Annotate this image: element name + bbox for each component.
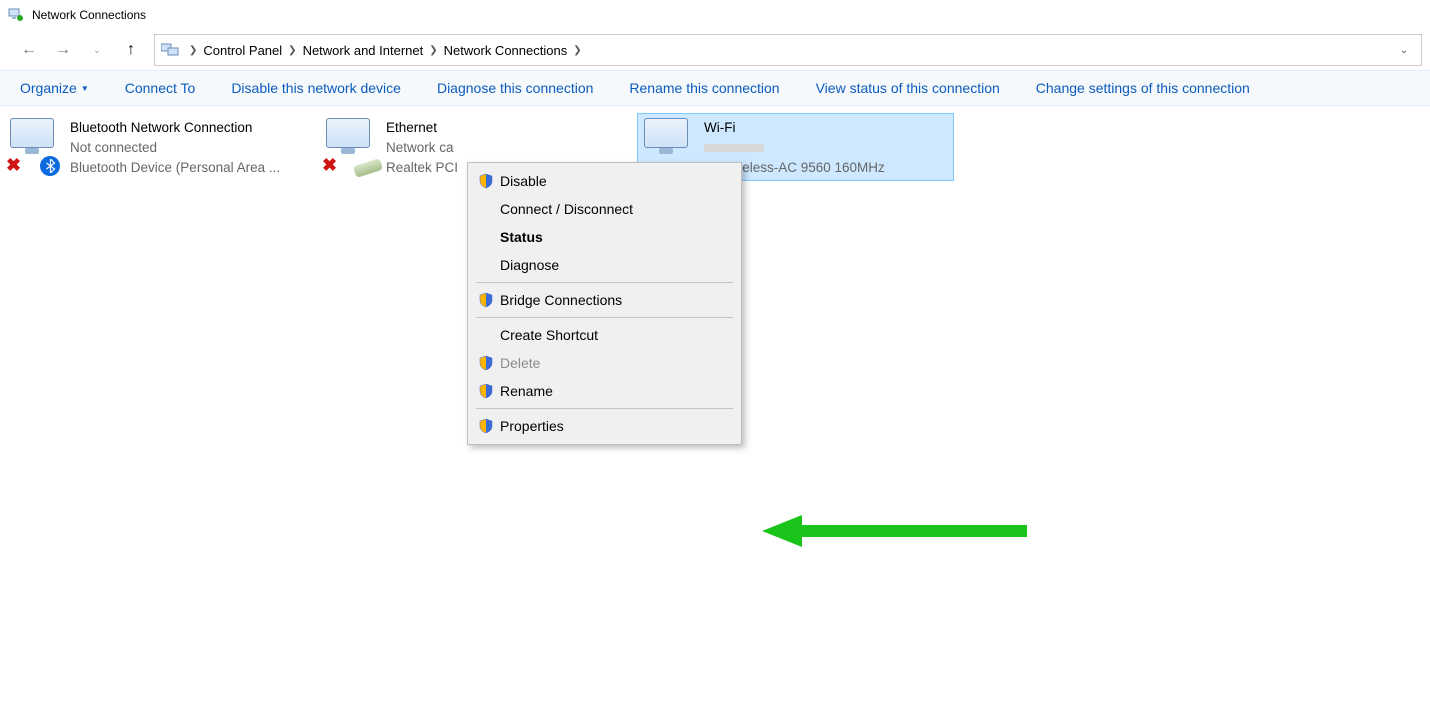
window-title: Network Connections (32, 8, 146, 22)
ctx-disable-label: Disable (500, 173, 727, 189)
ctx-properties[interactable]: Properties (468, 412, 741, 440)
shield-icon (476, 292, 496, 308)
connection-device: Realtek PCI (386, 158, 458, 178)
ctx-shortcut-label: Create Shortcut (500, 327, 727, 343)
breadcrumb-item[interactable]: Control Panel (203, 43, 282, 58)
address-bar[interactable]: ❯ Control Panel ❯ Network and Internet ❯… (154, 34, 1422, 66)
breadcrumb-item[interactable]: Network and Internet (303, 43, 424, 58)
address-dropdown[interactable]: ⌄ (1393, 45, 1415, 56)
disable-device-button[interactable]: Disable this network device (231, 80, 401, 96)
diagnose-label: Diagnose this connection (437, 80, 593, 96)
ctx-disable[interactable]: Disable (468, 167, 741, 195)
context-menu: Disable Connect / Disconnect Status Diag… (467, 162, 742, 445)
toolbar: Organize ▼ Connect To Disable this netwo… (0, 70, 1430, 106)
organize-menu[interactable]: Organize ▼ (20, 80, 89, 96)
organize-label: Organize (20, 80, 77, 96)
connection-status: Network ca (386, 138, 458, 158)
disable-label: Disable this network device (231, 80, 401, 96)
connect-to-label: Connect To (125, 80, 196, 96)
up-button[interactable]: ↑ (120, 39, 142, 61)
change-settings-button[interactable]: Change settings of this connection (1036, 80, 1250, 96)
app-icon (8, 7, 24, 23)
ctx-rename[interactable]: Rename (468, 377, 741, 405)
content-area: ✖ Bluetooth Network Connection Not conne… (0, 106, 1430, 714)
forward-button[interactable]: → (52, 39, 74, 61)
ctx-diagnose[interactable]: Diagnose (468, 251, 741, 279)
x-icon: ✖ (322, 155, 337, 176)
bluetooth-icon (40, 156, 60, 176)
rename-button[interactable]: Rename this connection (629, 80, 779, 96)
chevron-right-icon: ❯ (573, 45, 581, 56)
title-bar: Network Connections (0, 0, 1430, 30)
breadcrumb-item[interactable]: Network Connections (444, 43, 568, 58)
context-menu-separator (476, 317, 733, 318)
ethernet-icon (353, 158, 383, 178)
connection-item-bluetooth[interactable]: ✖ Bluetooth Network Connection Not conne… (6, 116, 321, 178)
connection-name: Ethernet (386, 118, 458, 138)
change-settings-label: Change settings of this connection (1036, 80, 1250, 96)
ctx-status-label: Status (500, 229, 727, 245)
ctx-status[interactable]: Status (468, 223, 741, 251)
ctx-properties-label: Properties (500, 418, 727, 434)
connection-status: Not connected (70, 138, 280, 158)
chevron-right-icon: ❯ (429, 45, 437, 56)
connection-device: Bluetooth Device (Personal Area ... (70, 158, 280, 178)
address-row: ← → ⌄ ↑ ❯ Control Panel ❯ Network and In… (0, 30, 1430, 70)
recent-dropdown[interactable]: ⌄ (86, 39, 108, 61)
ctx-connect-disconnect[interactable]: Connect / Disconnect (468, 195, 741, 223)
view-status-label: View status of this connection (816, 80, 1000, 96)
shield-icon (476, 173, 496, 189)
shield-icon (476, 355, 496, 371)
shield-icon (476, 383, 496, 399)
ctx-rename-label: Rename (500, 383, 727, 399)
breadcrumb-icon (161, 43, 179, 57)
shield-icon (476, 418, 496, 434)
connect-to-button[interactable]: Connect To (125, 80, 196, 96)
ctx-bridge[interactable]: Bridge Connections (468, 286, 741, 314)
x-icon: ✖ (6, 155, 21, 176)
rename-label: Rename this connection (629, 80, 779, 96)
connection-status (704, 138, 885, 158)
back-button[interactable]: ← (18, 39, 40, 61)
chevron-right-icon: ❯ (288, 45, 296, 56)
context-menu-separator (476, 408, 733, 409)
connection-name: Wi-Fi (704, 118, 885, 138)
ctx-delete: Delete (468, 349, 741, 377)
ctx-bridge-label: Bridge Connections (500, 292, 727, 308)
ctx-connect-label: Connect / Disconnect (500, 201, 727, 217)
annotation-arrow (762, 511, 1032, 556)
chevron-right-icon: ❯ (189, 45, 197, 56)
adapter-icon: ✖ (6, 116, 66, 176)
ctx-delete-label: Delete (500, 355, 727, 371)
ctx-diagnose-label: Diagnose (500, 257, 727, 273)
diagnose-button[interactable]: Diagnose this connection (437, 80, 593, 96)
caret-down-icon: ▼ (81, 84, 89, 93)
context-menu-separator (476, 282, 733, 283)
connection-name: Bluetooth Network Connection (70, 118, 280, 138)
view-status-button[interactable]: View status of this connection (816, 80, 1000, 96)
ctx-create-shortcut[interactable]: Create Shortcut (468, 321, 741, 349)
adapter-icon: ✖ (322, 116, 382, 176)
